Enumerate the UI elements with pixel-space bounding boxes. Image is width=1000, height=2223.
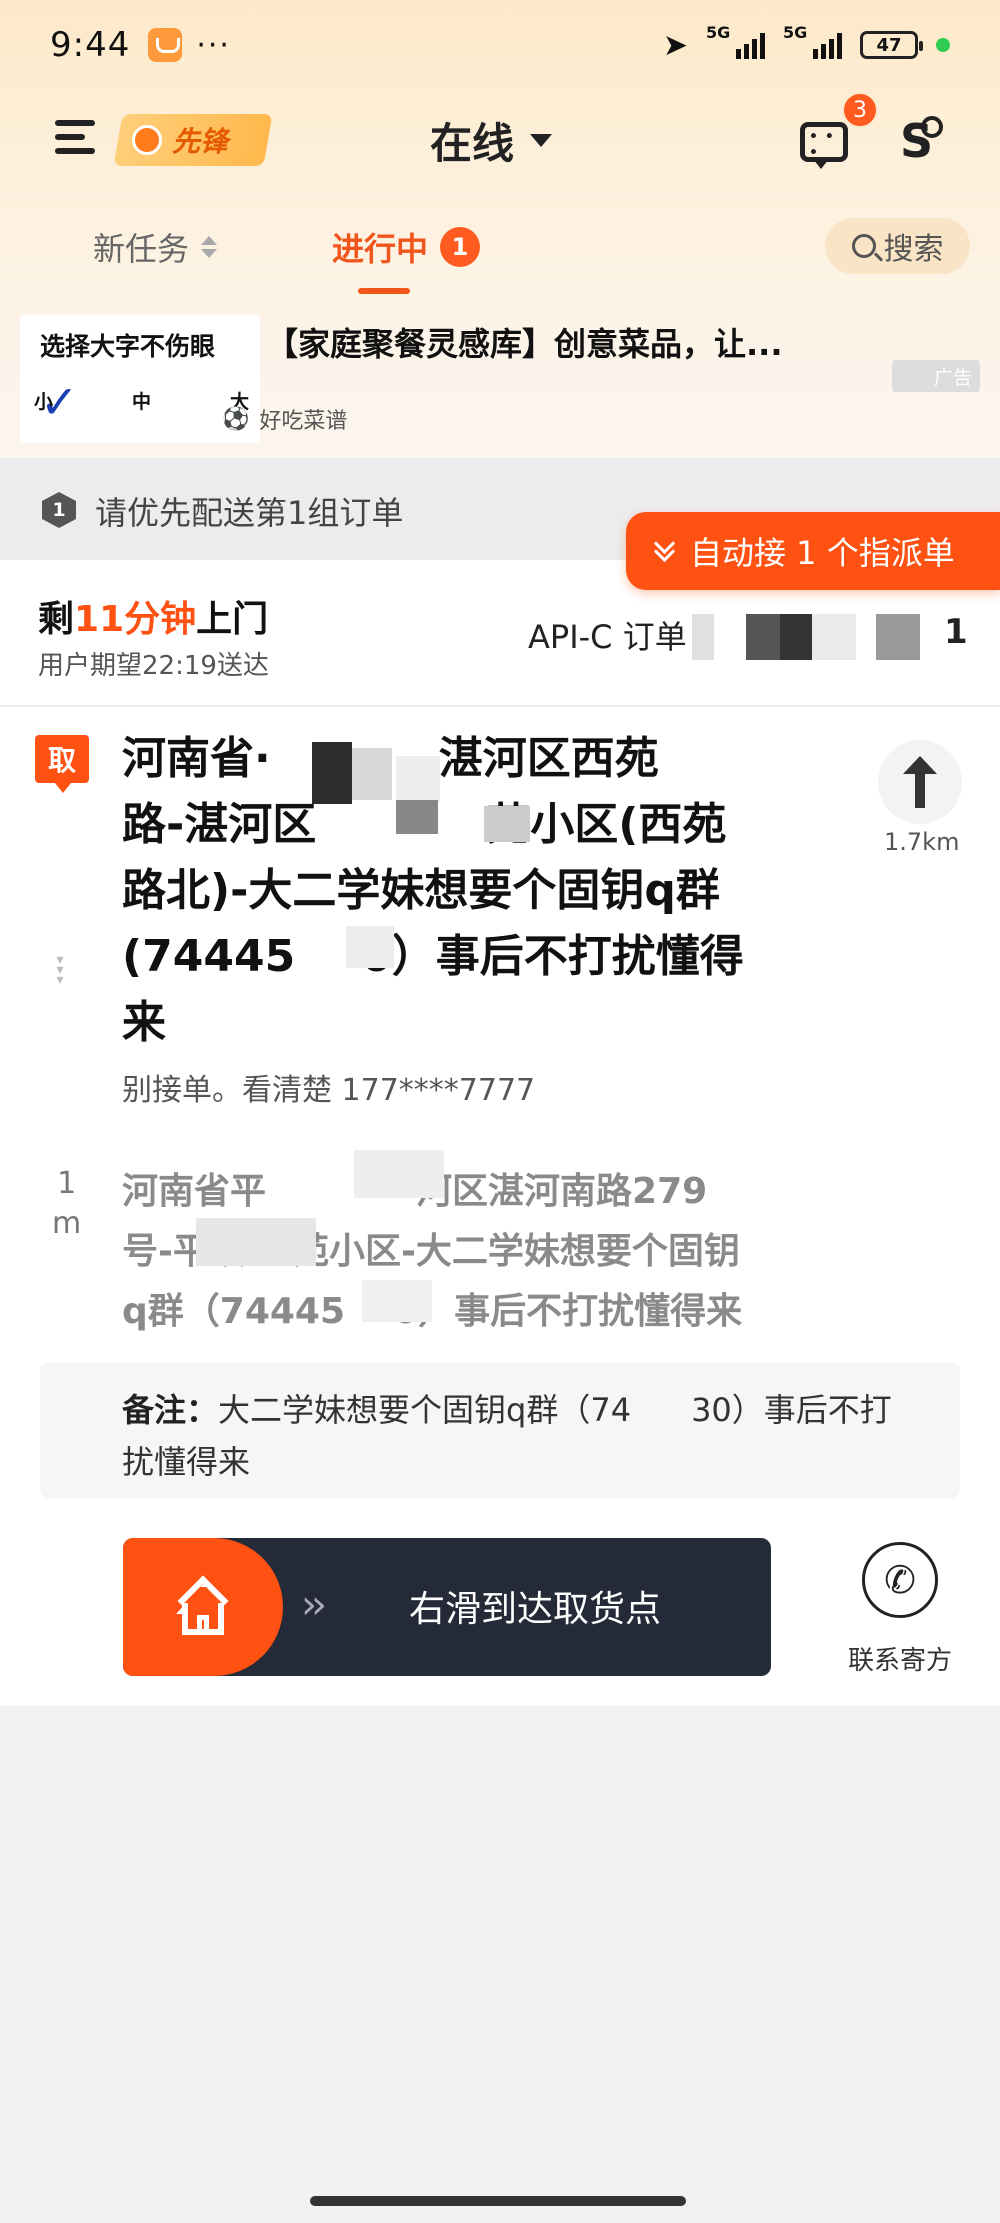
battery-icon: 47 bbox=[860, 31, 923, 59]
search-label: 搜索 bbox=[883, 232, 944, 267]
route-icon[interactable]: S bbox=[900, 114, 944, 168]
auto-accept-button[interactable]: 自动接 1 个指派单 bbox=[626, 512, 1000, 590]
ad-source: ⚽ 好吃菜谱 bbox=[222, 403, 347, 435]
group-number-icon: 1 bbox=[42, 492, 76, 528]
caret-down-icon bbox=[530, 134, 553, 147]
home-indicator[interactable] bbox=[310, 2196, 686, 2206]
redaction-block bbox=[346, 926, 394, 968]
slide-knob[interactable] bbox=[123, 1538, 283, 1676]
ad-image-sizes: 小 中 大 bbox=[34, 387, 249, 414]
soccer-ball-icon: ⚽ bbox=[222, 406, 250, 432]
ad-tag: 广告 bbox=[892, 360, 980, 392]
online-status-toggle[interactable]: 在线 bbox=[430, 110, 553, 171]
remaining-time: 剩11分钟上门 bbox=[38, 599, 269, 640]
pickup-distance: 1.7km bbox=[884, 828, 960, 856]
menu-icon[interactable] bbox=[55, 120, 95, 156]
notice-text: 请优先配送第1组订单 bbox=[95, 494, 404, 532]
redaction-block bbox=[352, 748, 392, 800]
top-nav: 先锋 在线 3 S bbox=[0, 92, 1000, 180]
contact-sender-label[interactable]: 联系寄方 bbox=[848, 1640, 952, 1677]
signal-icon-2: 5G bbox=[783, 23, 842, 59]
pickup-tag: 取 bbox=[35, 735, 89, 793]
ad-image-title: 选择大字不伤眼 bbox=[40, 332, 216, 361]
pickup-contact: 别接单。看清楚 177****7777 bbox=[122, 1073, 536, 1108]
auto-accept-label: 自动接 1 个指派单 bbox=[690, 534, 955, 572]
double-chevron-down-icon bbox=[654, 540, 676, 562]
sort-icon bbox=[201, 236, 218, 258]
search-button[interactable]: 搜索 bbox=[825, 218, 970, 274]
message-icon[interactable] bbox=[800, 122, 848, 169]
vanguard-badge[interactable]: 先锋 bbox=[113, 114, 273, 166]
ad-size-medium: 中 bbox=[131, 391, 151, 413]
redaction-block bbox=[396, 756, 440, 802]
order-index: 1 bbox=[944, 612, 968, 652]
redaction-block bbox=[354, 1150, 444, 1198]
more-notifications-icon: ··· bbox=[196, 27, 231, 63]
ad-banner[interactable]: 选择大字不伤眼 ✓ 小 中 大 【家庭聚餐灵感库】创意菜品，让... ⚽ 好吃菜… bbox=[0, 295, 1000, 458]
redaction-block bbox=[484, 806, 530, 842]
signal-icon-1: 5G bbox=[706, 23, 765, 59]
order-note: 备注：大二学妹想要个固钥q群（74 30）事后不打扰懂得来 bbox=[40, 1362, 960, 1498]
tab-in-progress[interactable]: 进行中 1 bbox=[332, 224, 481, 270]
double-chevron-right-icon: ›› bbox=[301, 1582, 327, 1628]
home-icon bbox=[174, 1575, 232, 1635]
navigate-button[interactable] bbox=[878, 740, 962, 824]
tab-new-task[interactable]: 新任务 bbox=[93, 224, 218, 270]
order-source-label: API-C 订单 bbox=[528, 618, 687, 656]
message-count-badge: 3 bbox=[842, 92, 878, 128]
tab-in-progress-label: 进行中 bbox=[332, 230, 429, 268]
privacy-indicator-dot bbox=[936, 38, 950, 52]
dropoff-distance: 1 m bbox=[52, 1166, 82, 1241]
pickup-address: 河南省· 湛河区西苑 路-湛河区 苑小区(西苑 路北)-大二学妹想要个固钥q群 (7… bbox=[122, 733, 744, 1048]
expected-delivery-time: 用户期望22:19送达 bbox=[38, 651, 269, 681]
redaction-block bbox=[196, 1218, 316, 1266]
redaction-block bbox=[396, 800, 438, 834]
direction-arrow-icon bbox=[903, 756, 937, 808]
status-bar: 9:44 ··· ➤ 5G 5G 47 bbox=[0, 0, 1000, 90]
search-icon bbox=[851, 234, 876, 258]
ad-title: 【家庭聚餐灵感库】创意菜品，让... bbox=[266, 325, 783, 363]
order-id-redacted bbox=[692, 614, 932, 660]
phone-icon[interactable]: ✆ bbox=[862, 1542, 938, 1618]
divider bbox=[0, 705, 1000, 707]
tab-new-task-label: 新任务 bbox=[93, 230, 190, 268]
location-arrow-icon: ➤ bbox=[662, 27, 688, 63]
route-dots-icon: ▾ ▾ ▾ bbox=[56, 952, 64, 988]
medal-icon bbox=[132, 125, 162, 155]
ad-source-label: 好吃菜谱 bbox=[259, 409, 348, 434]
app-notification-icon bbox=[148, 28, 183, 62]
task-tabs: 新任务 进行中 1 搜索 bbox=[0, 210, 1000, 295]
slide-label: 右滑到达取货点 bbox=[409, 1589, 662, 1630]
online-status-label: 在线 bbox=[430, 119, 515, 168]
ad-size-small: 小 bbox=[34, 391, 54, 413]
tab-count-badge: 1 bbox=[440, 227, 481, 267]
status-time: 9:44 bbox=[50, 25, 131, 65]
redaction-block bbox=[312, 742, 352, 804]
redaction-block bbox=[362, 1280, 432, 1322]
active-tab-indicator bbox=[358, 288, 410, 294]
brand-label: 先锋 bbox=[172, 125, 229, 158]
slide-to-arrive-button[interactable]: ›› 右滑到达取货点 bbox=[123, 1538, 771, 1676]
